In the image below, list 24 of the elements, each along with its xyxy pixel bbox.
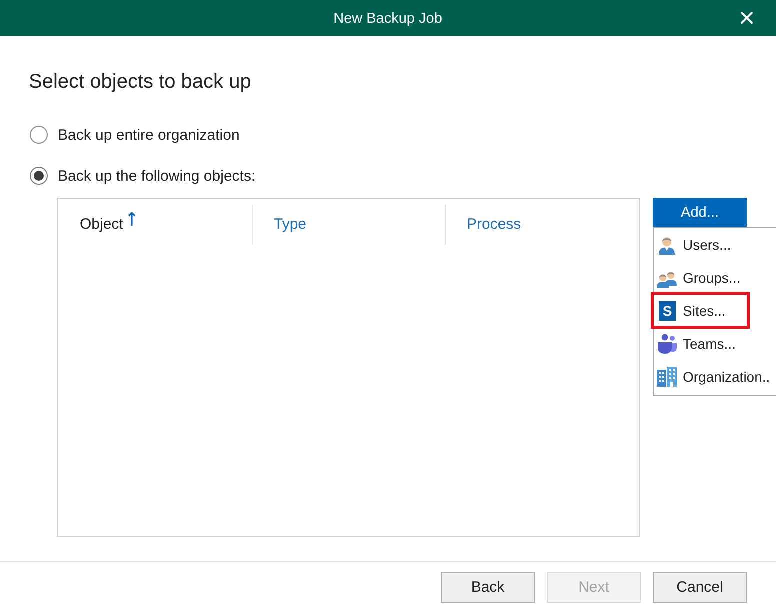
team-icon xyxy=(657,334,677,354)
radio-label[interactable]: Back up entire organization xyxy=(58,126,240,144)
column-header[interactable]: Object xyxy=(80,212,136,235)
menu-item[interactable]: Users... xyxy=(654,228,776,261)
window-title: New Backup Job xyxy=(334,10,442,26)
radio-button[interactable] xyxy=(30,167,48,185)
column-header[interactable]: Process xyxy=(467,212,522,235)
building-icon xyxy=(657,366,677,386)
close-button[interactable] xyxy=(741,12,753,24)
menu-item[interactable]: Teams... xyxy=(654,327,776,360)
radio-label[interactable]: Back up the following objects: xyxy=(58,168,256,184)
radio-button[interactable] xyxy=(30,126,48,144)
sort-ascending-icon xyxy=(128,212,136,226)
menu-item[interactable]: S Sites... xyxy=(654,294,776,327)
user-icon xyxy=(657,234,677,254)
menu-item[interactable]: Organization.. xyxy=(654,360,776,393)
add-button[interactable]: Add... xyxy=(653,198,747,227)
letter-tile-icon: S xyxy=(659,300,676,320)
dialog-button[interactable]: Back xyxy=(441,572,535,603)
column-header[interactable]: Type xyxy=(274,212,307,235)
menu-item[interactable]: Groups... xyxy=(654,261,776,294)
dialog-button[interactable]: Cancel xyxy=(653,572,747,603)
close-icon xyxy=(741,12,753,24)
page-heading: Select objects to back up xyxy=(29,71,252,94)
